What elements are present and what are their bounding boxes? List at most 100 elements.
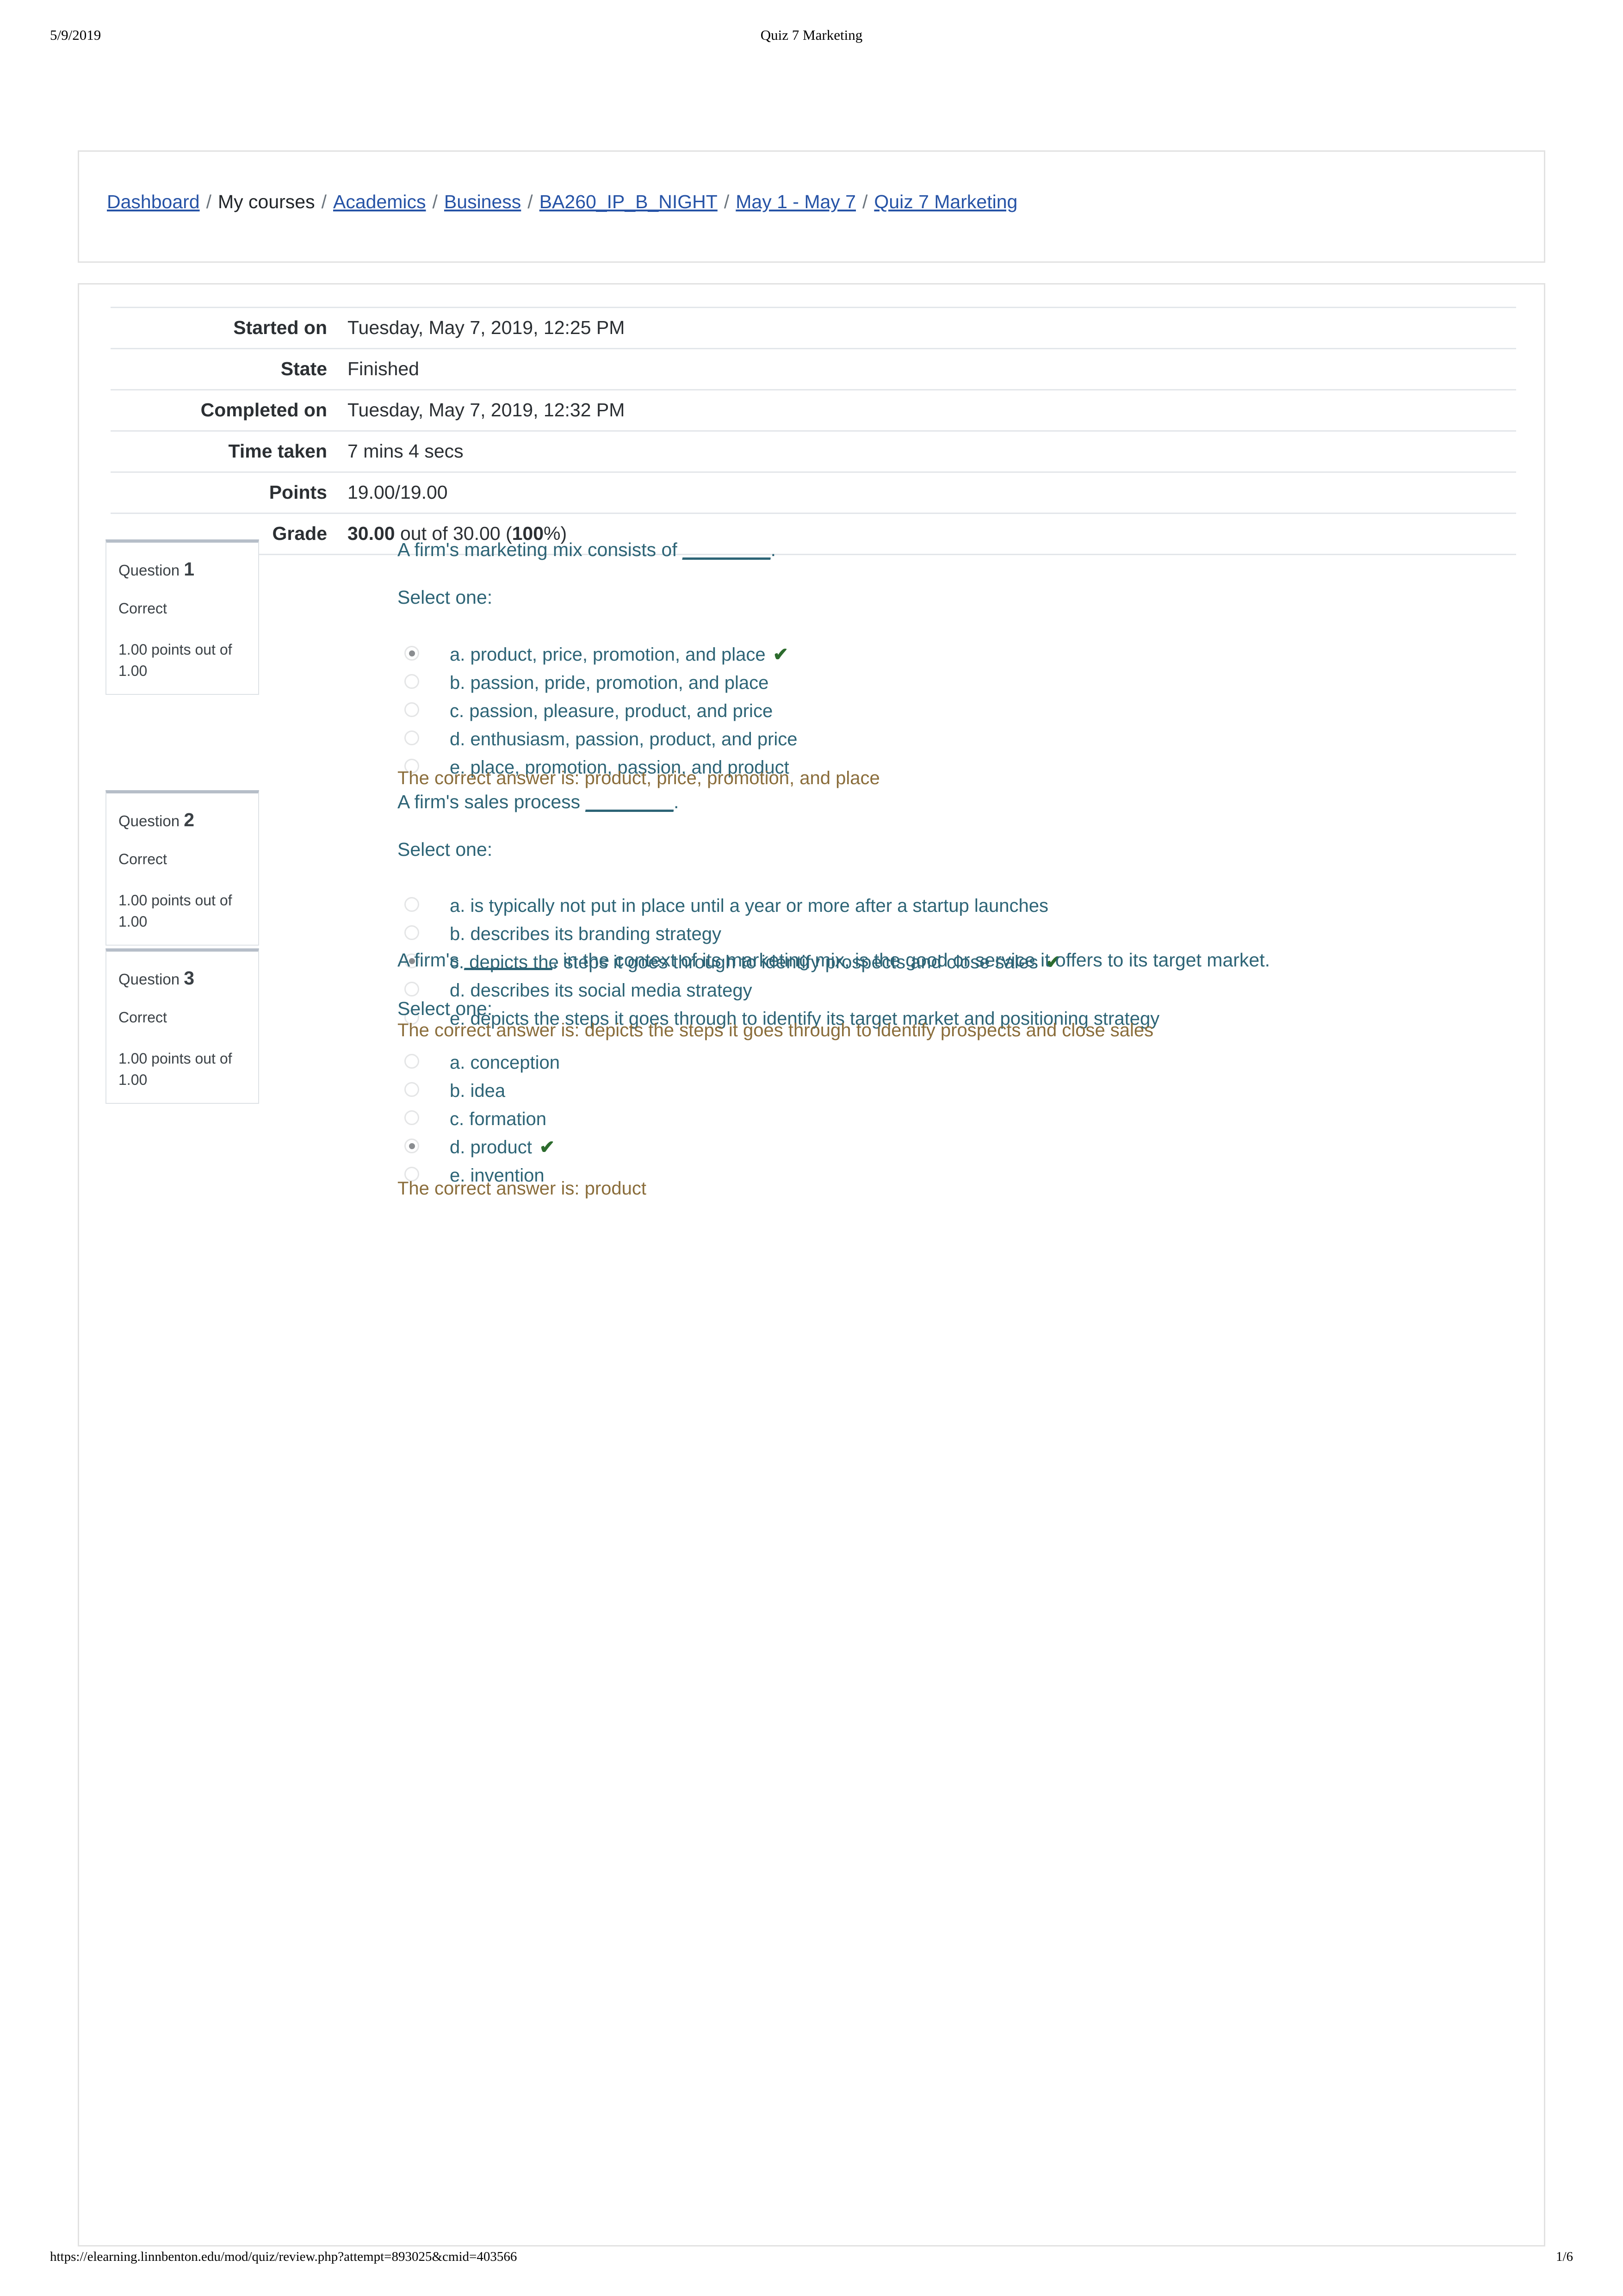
question-grade: 1.00 points out of 1.00 bbox=[118, 641, 232, 680]
radio-button-icon[interactable] bbox=[404, 925, 419, 940]
question-number: Question 3 bbox=[118, 965, 246, 992]
breadcrumb-item-business[interactable]: Business bbox=[444, 191, 521, 212]
print-header: 5/9/2019 Quiz 7 Marketing bbox=[0, 27, 1623, 45]
attempt-summary-table: Started on Tuesday, May 7, 2019, 12:25 PM… bbox=[111, 307, 1516, 555]
correct-answer-feedback: The correct answer is: product, price, p… bbox=[397, 768, 880, 788]
question-state: Correct bbox=[118, 600, 167, 617]
question-text-after: . bbox=[673, 791, 679, 812]
print-footer: https://elearning.linnbenton.edu/mod/qui… bbox=[0, 2249, 1623, 2268]
answer-option[interactable]: b. passion, pride, promotion, and place bbox=[397, 672, 1560, 700]
correct-check-icon: ✔ bbox=[539, 1137, 555, 1157]
question-grade: 1.00 points out of 1.00 bbox=[118, 891, 232, 930]
summary-row-label: Points bbox=[269, 482, 327, 503]
print-document-title: Quiz 7 Marketing bbox=[760, 27, 863, 43]
breadcrumb-separator: / bbox=[862, 191, 868, 212]
radio-button-icon[interactable] bbox=[404, 897, 419, 912]
question-text-after: . bbox=[770, 539, 776, 560]
question-number-value: 2 bbox=[184, 809, 195, 830]
answer-option[interactable]: c. formation bbox=[397, 1108, 1560, 1137]
radio-button-icon[interactable] bbox=[404, 730, 419, 745]
breadcrumb-separator: / bbox=[432, 191, 438, 212]
question-text: A firm's marketing mix consists of _____… bbox=[397, 537, 1508, 563]
radio-button-icon[interactable] bbox=[404, 674, 419, 689]
answer-option[interactable]: a. product, price, promotion, and place ✔ bbox=[397, 644, 1560, 672]
answer-option-label: b. passion, pride, promotion, and place bbox=[450, 673, 769, 693]
question-text-after: , in the context of its marketing mix, i… bbox=[552, 949, 1270, 971]
summary-row: Time taken 7 mins 4 secs bbox=[111, 431, 1516, 472]
question-text-before: A firm's bbox=[397, 949, 465, 971]
print-source-url: https://elearning.linnbenton.edu/mod/qui… bbox=[50, 2249, 517, 2264]
question-text: A firm's sales process ________. bbox=[397, 789, 1508, 815]
quiz-review-panel: Started on Tuesday, May 7, 2019, 12:25 PM… bbox=[78, 283, 1545, 2246]
select-one-prompt: Select one: bbox=[397, 839, 493, 860]
answer-option-label: c. formation bbox=[450, 1109, 546, 1129]
question-text-before: A firm's marketing mix consists of bbox=[397, 539, 683, 560]
radio-button-selected-icon[interactable] bbox=[404, 646, 419, 661]
summary-row-label: Time taken bbox=[228, 440, 327, 462]
radio-button-icon[interactable] bbox=[404, 702, 419, 717]
answer-option-label: b. describes its branding strategy bbox=[450, 924, 721, 944]
summary-row-label: Completed on bbox=[200, 399, 327, 421]
answer-option-label: a. product, price, promotion, and place bbox=[450, 644, 766, 665]
question-number-label: Question bbox=[118, 812, 184, 829]
breadcrumb-separator: / bbox=[321, 191, 327, 212]
summary-row-label: Started on bbox=[233, 317, 327, 338]
answer-option-label: a. is typically not put in place until a… bbox=[450, 896, 1049, 916]
breadcrumb-separator: / bbox=[206, 191, 211, 212]
answer-option[interactable]: d. describes its social media strategy bbox=[397, 979, 1560, 1008]
question-number-label: Question bbox=[118, 971, 184, 988]
breadcrumb-item-dashboard[interactable]: Dashboard bbox=[107, 191, 200, 212]
select-one-prompt: Select one: bbox=[397, 998, 493, 1019]
question-blank: ________ bbox=[464, 949, 552, 971]
radio-button-icon[interactable] bbox=[404, 1110, 419, 1125]
radio-button-icon[interactable] bbox=[404, 1082, 419, 1097]
correct-answer-feedback: The correct answer is: product bbox=[397, 1178, 646, 1199]
answer-option[interactable]: b. idea bbox=[397, 1080, 1560, 1108]
question-info-box: Question 3 Correct 1.00 points out of 1.00 bbox=[105, 948, 259, 1104]
answer-option[interactable]: d. product ✔ bbox=[397, 1136, 1560, 1165]
summary-row: Started on Tuesday, May 7, 2019, 12:25 PM bbox=[111, 307, 1516, 349]
breadcrumb-separator: / bbox=[724, 191, 730, 212]
breadcrumb-item-academics[interactable]: Academics bbox=[333, 191, 426, 212]
summary-row: State Finished bbox=[111, 349, 1516, 390]
breadcrumb-panel: Dashboard / My courses / Academics / Business /… bbox=[78, 150, 1545, 263]
summary-row-value: 19.00/19.00 bbox=[347, 482, 448, 503]
select-one-prompt: Select one: bbox=[397, 587, 493, 608]
radio-button-icon[interactable] bbox=[404, 1054, 419, 1069]
answer-option[interactable]: d. enthusiasm, passion, product, and pri… bbox=[397, 728, 1560, 757]
question-info-box: Question 2 Correct 1.00 points out of 1.00 bbox=[105, 790, 259, 946]
radio-button-icon[interactable] bbox=[404, 982, 419, 996]
question-grade: 1.00 points out of 1.00 bbox=[118, 1050, 232, 1089]
summary-row: Completed on Tuesday, May 7, 2019, 12:32 … bbox=[111, 390, 1516, 431]
question-info-box: Question 1 Correct 1.00 points out of 1.00 bbox=[105, 539, 259, 695]
question-state: Correct bbox=[118, 851, 167, 868]
breadcrumb-item-quiz-7-marketing[interactable]: Quiz 7 Marketing bbox=[874, 191, 1017, 212]
breadcrumb-separator: / bbox=[527, 191, 533, 212]
summary-row-value: Tuesday, May 7, 2019, 12:32 PM bbox=[347, 399, 625, 421]
question-blank: ________ bbox=[585, 791, 674, 812]
answer-option[interactable]: c. passion, pleasure, product, and price bbox=[397, 700, 1560, 729]
question-number-value: 3 bbox=[184, 967, 195, 989]
breadcrumb: Dashboard / My courses / Academics / Business /… bbox=[107, 192, 1017, 211]
correct-check-icon: ✔ bbox=[773, 644, 789, 665]
quiz-review-page: 5/9/2019 Quiz 7 Marketing Dashboard / My c… bbox=[0, 0, 1623, 2296]
question-text-before: A firm's sales process bbox=[397, 791, 586, 812]
breadcrumb-item-my-courses: My courses bbox=[217, 191, 315, 212]
summary-row: Points 19.00/19.00 bbox=[111, 472, 1516, 514]
radio-button-selected-icon[interactable] bbox=[404, 1139, 419, 1153]
answer-option[interactable]: a. conception bbox=[397, 1052, 1560, 1080]
answer-option-label: d. describes its social media strategy bbox=[450, 980, 752, 1001]
breadcrumb-item-ba260-ip-b-night[interactable]: BA260_IP_B_NIGHT bbox=[539, 191, 718, 212]
question-number: Question 2 bbox=[118, 806, 246, 834]
summary-row-value: Finished bbox=[347, 358, 419, 379]
print-page-number: 1/6 bbox=[1555, 2249, 1573, 2264]
question-state: Correct bbox=[118, 1009, 167, 1026]
correct-answer-feedback: The correct answer is: depicts the steps… bbox=[397, 1020, 1154, 1040]
answer-option-label: a. conception bbox=[450, 1052, 560, 1073]
summary-row-value: Tuesday, May 7, 2019, 12:25 PM bbox=[347, 317, 625, 338]
breadcrumb-item-may-1-may-7[interactable]: May 1 - May 7 bbox=[736, 191, 856, 212]
summary-row-value: 7 mins 4 secs bbox=[347, 440, 464, 462]
answer-option[interactable]: a. is typically not put in place until a… bbox=[397, 895, 1560, 923]
question-blank: ________ bbox=[682, 539, 771, 560]
answer-option-label: d. product bbox=[450, 1137, 532, 1157]
